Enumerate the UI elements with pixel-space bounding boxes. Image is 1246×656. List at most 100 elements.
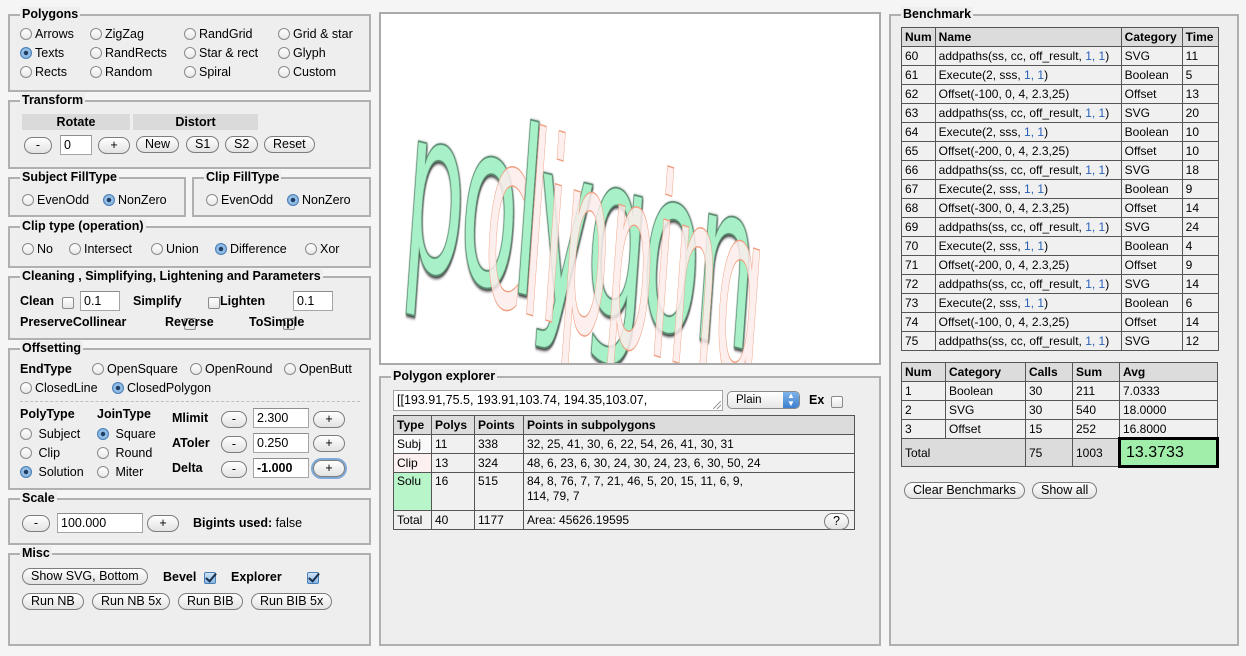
benchmark-row: 65 Offset(-200, 0, 4, 2.3,25) Offset 10 xyxy=(901,141,1219,161)
radio-clip-evenodd[interactable]: EvenOdd xyxy=(206,193,273,207)
benchmark-row: 60 addpaths(ss, cc, off_result, 1, 1) SVG 1… xyxy=(901,46,1219,66)
simplify-checkbox[interactable] xyxy=(208,297,221,309)
radio-icon xyxy=(278,66,290,78)
lighten-value-input[interactable] xyxy=(293,291,333,311)
distort-reset-button[interactable]: Reset xyxy=(264,136,315,153)
radio-cliptype-intersect[interactable]: Intersect xyxy=(69,242,132,256)
atoler-minus-button[interactable]: - xyxy=(221,436,247,453)
explorer-row-clip[interactable]: Clip 13 324 48, 6, 23, 6, 30, 24, 30, 24… xyxy=(393,453,855,473)
explorer-row-solu[interactable]: Solu 16 515 84, 8, 76, 7, 7, 21, 46, 5, … xyxy=(393,472,855,511)
radio-endtype-openbutt[interactable]: OpenButt xyxy=(284,362,352,376)
radio-polygon-texts[interactable]: Texts xyxy=(20,46,64,60)
summary-total-row: Total 75 1003 13.3733 xyxy=(901,437,1219,468)
offsetting-divider xyxy=(20,401,360,402)
mlimit-plus-button[interactable]: + xyxy=(313,411,345,428)
col-avg: Avg xyxy=(1119,362,1218,382)
distort-new-button[interactable]: New xyxy=(136,136,180,153)
rotate-minus-button[interactable]: - xyxy=(24,137,52,154)
polygon-explorer-panel: Polygon explorer [[193.91,75.5, 193.91,1… xyxy=(379,369,881,646)
run-nb-5x-button[interactable]: Run NB 5x xyxy=(92,593,171,610)
atoler-plus-button[interactable]: + xyxy=(313,435,345,452)
polygons-panel: Polygons Arrows ZigZag RandGrid Grid & s… xyxy=(8,7,371,92)
atoler-input[interactable] xyxy=(253,433,309,453)
radio-polygon-grid-star[interactable]: Grid & star xyxy=(278,27,353,41)
radio-subject-nonzero[interactable]: NonZero xyxy=(103,193,167,207)
bench-category: Offset xyxy=(1120,255,1183,275)
offsetting-panel: Offsetting EndType OpenSquare OpenRound … xyxy=(8,341,371,490)
bench-category: SVG xyxy=(1120,331,1183,351)
radio-polygon-glyph[interactable]: Glyph xyxy=(278,46,326,60)
radio-endtype-closedpolygon[interactable]: ClosedPolygon xyxy=(112,381,211,395)
radio-subject-evenodd[interactable]: EvenOdd xyxy=(22,193,89,207)
distort-s2-button[interactable]: S2 xyxy=(225,136,259,153)
radio-jointype-round[interactable]: Round xyxy=(97,446,152,460)
radio-cliptype-difference[interactable]: Difference xyxy=(215,242,287,256)
radio-jointype-square[interactable]: Square xyxy=(97,427,156,441)
polygon-canvas[interactable]: polygon clipping xyxy=(379,12,881,365)
radio-endtype-closedline[interactable]: ClosedLine xyxy=(20,381,98,395)
scale-input[interactable] xyxy=(57,513,143,533)
explorer-textarea[interactable]: [[193.91,75.5, 193.91,103.74, 194.35,103… xyxy=(393,390,723,411)
radio-jointype-miter[interactable]: Miter xyxy=(97,465,143,479)
radio-polygon-star-rect[interactable]: Star & rect xyxy=(184,46,258,60)
bench-category: SVG xyxy=(1120,274,1183,294)
explorer-row-subj[interactable]: Subj 11 338 32, 25, 41, 30, 6, 22, 54, 2… xyxy=(393,434,855,454)
help-button[interactable]: ? xyxy=(824,513,849,530)
mlimit-minus-button[interactable]: - xyxy=(221,411,247,428)
ex-label: Ex xyxy=(809,393,825,407)
args-highlight: 1, 1 xyxy=(1085,163,1106,177)
offsetting-title: Offsetting xyxy=(20,341,84,355)
run-bib-5x-button[interactable]: Run BIB 5x xyxy=(251,593,333,610)
bench-name: addpaths(ss, cc, off_result, 1, 1) xyxy=(934,217,1122,237)
run-bib-button[interactable]: Run BIB xyxy=(178,593,243,610)
delta-minus-button[interactable]: - xyxy=(221,461,247,478)
radio-checked-icon xyxy=(103,194,115,206)
resize-grip-icon[interactable] xyxy=(713,401,721,409)
scale-minus-button[interactable]: - xyxy=(22,515,50,532)
radio-polygon-random[interactable]: Random xyxy=(90,65,152,79)
radio-polygon-randrects[interactable]: RandRects xyxy=(90,46,167,60)
bench-name: addpaths(ss, cc, off_result, 1, 1) xyxy=(934,46,1122,66)
radio-polygon-randgrid[interactable]: RandGrid xyxy=(184,27,253,41)
ex-checkbox[interactable] xyxy=(831,396,843,408)
radio-endtype-opensquare[interactable]: OpenSquare xyxy=(92,362,178,376)
format-select[interactable]: Plain ▲ ▼ xyxy=(727,391,800,409)
run-nb-button[interactable]: Run NB xyxy=(22,593,84,610)
radio-icon xyxy=(69,243,81,255)
radio-polygon-spiral[interactable]: Spiral xyxy=(184,65,231,79)
explorer-checkbox[interactable] xyxy=(307,572,320,584)
radio-polygon-arrows[interactable]: Arrows xyxy=(20,27,74,41)
clean-value-input[interactable] xyxy=(80,291,120,311)
show-svg-bottom-button[interactable]: Show SVG, Bottom xyxy=(22,568,148,585)
radio-polytype-subject[interactable]: Subject xyxy=(20,427,80,441)
rotate-plus-button[interactable]: + xyxy=(98,137,130,154)
radio-clip-nonzero[interactable]: NonZero xyxy=(287,193,351,207)
distort-s1-button[interactable]: S1 xyxy=(186,136,220,153)
radio-cliptype-no[interactable]: No xyxy=(22,242,53,256)
radio-endtype-openround[interactable]: OpenRound xyxy=(190,362,272,376)
bench-category: Offset xyxy=(1120,84,1183,104)
radio-polygon-rects[interactable]: Rects xyxy=(20,65,67,79)
clear-benchmarks-button[interactable]: Clear Benchmarks xyxy=(904,482,1025,499)
summary-calls: 30 xyxy=(1025,381,1073,401)
delta-plus-button[interactable]: + xyxy=(313,460,345,477)
delta-input[interactable] xyxy=(253,458,309,478)
radio-cliptype-xor[interactable]: Xor xyxy=(305,242,339,256)
mlimit-input[interactable] xyxy=(253,408,309,428)
bench-time: 6 xyxy=(1181,293,1219,313)
radio-icon xyxy=(97,447,109,459)
distort-header: Distort xyxy=(133,114,258,130)
bevel-checkbox[interactable] xyxy=(204,572,216,584)
show-all-button[interactable]: Show all xyxy=(1032,482,1098,499)
rotate-input[interactable] xyxy=(60,135,92,155)
radio-cliptype-union[interactable]: Union xyxy=(151,242,199,256)
bench-time: 11 xyxy=(1181,46,1219,66)
benchmark-row: 70 Execute(2, sss, 1, 1) Boolean 4 xyxy=(901,236,1219,256)
bench-name: Offset(-200, 0, 4, 2.3,25) xyxy=(934,141,1122,161)
radio-polytype-solution[interactable]: Solution xyxy=(20,465,84,479)
scale-plus-button[interactable]: + xyxy=(147,515,179,532)
radio-polygon-zigzag[interactable]: ZigZag xyxy=(90,27,144,41)
radio-polygon-custom[interactable]: Custom xyxy=(278,65,336,79)
clean-checkbox[interactable] xyxy=(62,297,74,309)
radio-polytype-clip[interactable]: Clip xyxy=(20,446,60,460)
